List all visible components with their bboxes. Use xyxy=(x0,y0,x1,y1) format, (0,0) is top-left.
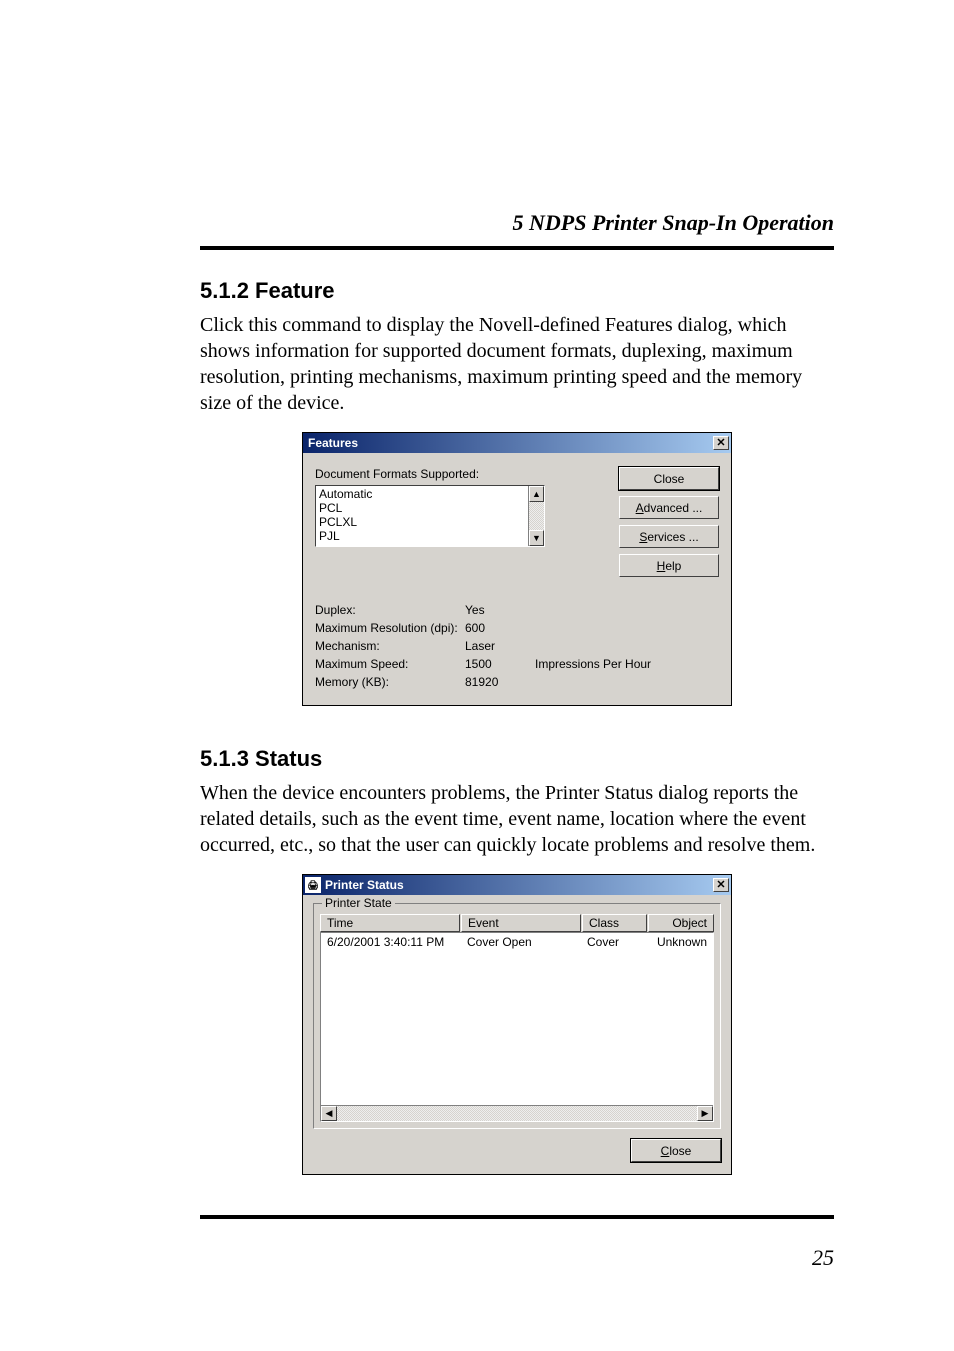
col-header-class[interactable]: Class xyxy=(582,914,647,932)
printer-status-dialog: 🖨 Printer Status ✕ Printer State Time Ev… xyxy=(302,874,732,1175)
scroll-right-button[interactable]: ▶ xyxy=(697,1106,713,1121)
section-512-paragraph: Click this command to display the Novell… xyxy=(200,312,834,416)
format-item[interactable]: Automatic xyxy=(319,487,525,501)
printer-state-group-label: Printer State xyxy=(322,896,395,910)
printer-icon: 🖨 xyxy=(305,877,321,893)
close-button[interactable]: Close xyxy=(619,467,719,490)
formats-label: Document Formats Supported: xyxy=(315,467,611,481)
scroll-up-button[interactable]: ▲ xyxy=(529,486,544,502)
features-title-text: Features xyxy=(308,436,358,450)
formats-scrollbar[interactable]: ▲ ▼ xyxy=(528,486,544,546)
status-titlebar-close-button[interactable]: ✕ xyxy=(713,878,729,892)
maxres-value: 600 xyxy=(465,621,535,635)
close-button-label: Close xyxy=(654,472,685,486)
maxspeed-value: 1500 xyxy=(465,657,535,671)
section-512-title: 5.1.2 Feature xyxy=(200,278,834,304)
format-item[interactable]: PCL xyxy=(319,501,525,515)
help-button[interactable]: Help xyxy=(619,554,719,577)
maxspeed-unit: Impressions Per Hour xyxy=(535,657,719,671)
duplex-value: Yes xyxy=(465,603,535,617)
scroll-track[interactable] xyxy=(529,502,544,530)
advanced-button[interactable]: Advanced ... xyxy=(619,496,719,519)
duplex-label: Duplex: xyxy=(315,603,465,617)
status-close-button[interactable]: Close xyxy=(631,1139,721,1162)
status-title-text: Printer Status xyxy=(325,878,404,892)
status-titlebar[interactable]: 🖨 Printer Status ✕ xyxy=(303,875,731,895)
printer-state-group: Printer State Time Event Class Object 6/… xyxy=(313,903,721,1129)
page-number: 25 xyxy=(200,1245,834,1271)
cell-class: Cover xyxy=(581,935,646,949)
status-data-area[interactable]: 6/20/2001 3:40:11 PM Cover Open Cover Un… xyxy=(320,932,714,1122)
col-header-event[interactable]: Event xyxy=(461,914,581,932)
col-header-object[interactable]: Object xyxy=(648,914,714,932)
status-column-headers: Time Event Class Object xyxy=(320,914,714,932)
hscroll-track[interactable] xyxy=(337,1106,697,1121)
running-header: 5 NDPS Printer Snap-In Operation xyxy=(200,210,834,236)
format-item[interactable]: PCLXL xyxy=(319,515,525,529)
scroll-left-button[interactable]: ◀ xyxy=(321,1106,337,1121)
header-rule xyxy=(200,246,834,250)
features-titlebar[interactable]: Features ✕ xyxy=(303,433,731,453)
maxres-label: Maximum Resolution (dpi): xyxy=(315,621,465,635)
cell-time: 6/20/2001 3:40:11 PM xyxy=(321,935,461,949)
features-dialog: Features ✕ Document Formats Supported: A… xyxy=(302,432,732,706)
status-row[interactable]: 6/20/2001 3:40:11 PM Cover Open Cover Un… xyxy=(321,933,713,951)
section-513-paragraph: When the device encounters problems, the… xyxy=(200,780,834,858)
footer-rule xyxy=(200,1215,834,1219)
mechanism-label: Mechanism: xyxy=(315,639,465,653)
cell-object: Unknown xyxy=(646,935,713,949)
format-item[interactable]: PJL xyxy=(319,529,525,543)
maxspeed-label: Maximum Speed: xyxy=(315,657,465,671)
titlebar-close-button[interactable]: ✕ xyxy=(713,436,729,450)
status-hscrollbar[interactable]: ◀ ▶ xyxy=(321,1105,713,1121)
memory-value: 81920 xyxy=(465,675,535,689)
cell-event: Cover Open xyxy=(461,935,581,949)
scroll-down-button[interactable]: ▼ xyxy=(529,530,544,546)
col-header-time[interactable]: Time xyxy=(320,914,460,932)
services-button[interactable]: Services ... xyxy=(619,525,719,548)
section-513-title: 5.1.3 Status xyxy=(200,746,834,772)
formats-listbox[interactable]: Automatic PCL PCLXL PJL ▲ ▼ xyxy=(315,485,545,547)
mechanism-value: Laser xyxy=(465,639,535,653)
memory-label: Memory (KB): xyxy=(315,675,465,689)
